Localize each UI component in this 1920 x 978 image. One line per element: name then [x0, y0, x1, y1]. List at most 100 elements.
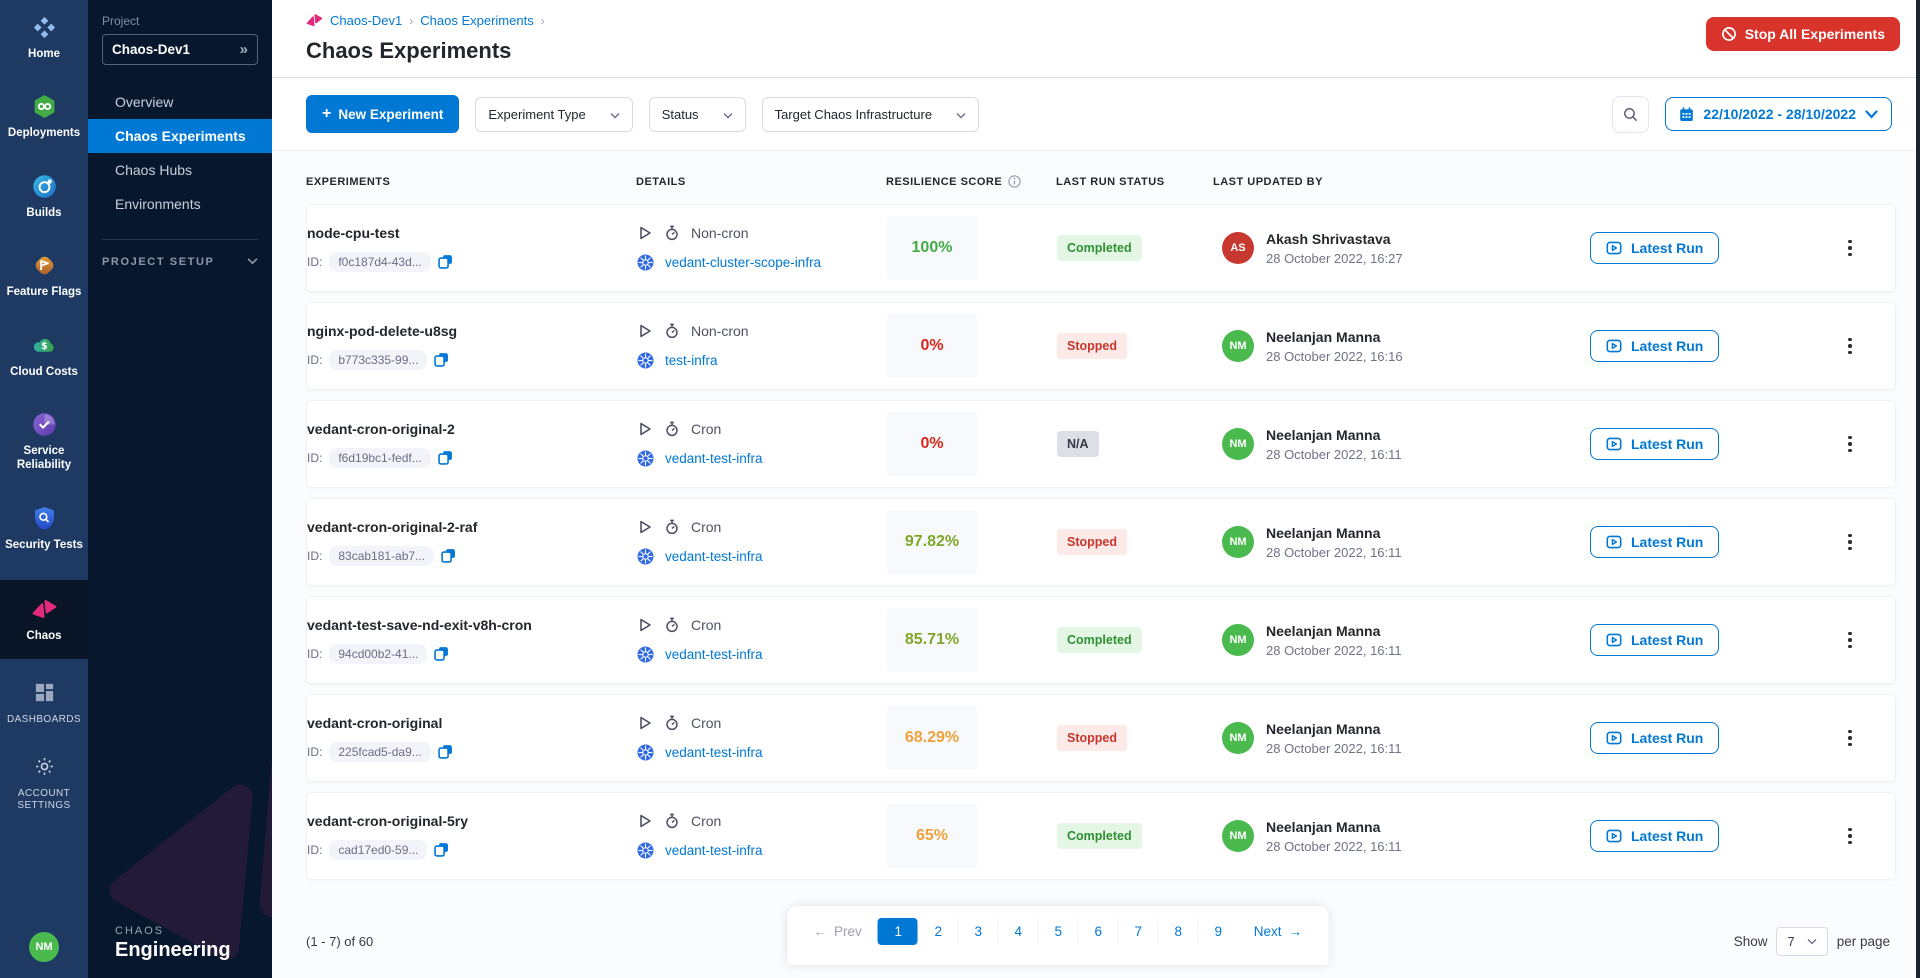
filter-target-chaos-infrastructure[interactable]: Target Chaos Infrastructure: [762, 97, 980, 132]
experiment-row[interactable]: vedant-cron-original-5ry ID: cad17ed0-59…: [306, 792, 1896, 880]
page-button-1[interactable]: 1: [878, 918, 918, 945]
project-name: Chaos-Dev1: [112, 42, 190, 57]
stop-all-experiments-button[interactable]: Stop All Experiments: [1706, 17, 1900, 51]
copy-icon[interactable]: [434, 842, 449, 857]
infrastructure-link[interactable]: vedant-test-infra: [665, 549, 763, 564]
experiment-name[interactable]: vedant-cron-original: [307, 715, 637, 731]
copy-icon[interactable]: [441, 548, 456, 563]
rail-item-security-tests[interactable]: Security Tests: [0, 501, 88, 556]
breadcrumb-project-link[interactable]: Chaos-Dev1: [330, 13, 402, 28]
breadcrumb-page-link[interactable]: Chaos Experiments: [420, 13, 533, 28]
experiment-id: 94cd00b2-41...: [329, 644, 427, 664]
filter-experiment-type[interactable]: Experiment Type: [475, 97, 632, 132]
rail-item-chaos[interactable]: Chaos: [0, 580, 88, 659]
experiment-name[interactable]: vedant-cron-original-2-raf: [307, 519, 637, 535]
experiment-name[interactable]: vedant-cron-original-5ry: [307, 813, 637, 829]
latest-run-button[interactable]: Latest Run: [1590, 330, 1719, 362]
latest-run-button[interactable]: Latest Run: [1590, 526, 1719, 558]
experiment-row[interactable]: nginx-pod-delete-u8sg ID: b773c335-99...…: [306, 302, 1896, 390]
infrastructure-link[interactable]: test-infra: [665, 353, 718, 368]
copy-icon[interactable]: [434, 646, 449, 661]
copy-icon[interactable]: [438, 744, 453, 759]
row-menu-kebab[interactable]: [1838, 234, 1862, 263]
kubernetes-icon: [637, 450, 654, 467]
info-icon[interactable]: [1008, 175, 1021, 188]
rail-item-deployments[interactable]: Deployments: [0, 89, 88, 144]
user-avatar[interactable]: NM: [29, 932, 59, 962]
experiment-row[interactable]: vedant-cron-original ID: 225fcad5-da9...…: [306, 694, 1896, 782]
filter-status-label: Status: [662, 107, 699, 122]
rail-item-feature-flags[interactable]: Feature Flags: [0, 248, 88, 303]
sidebar-item-environments[interactable]: Environments: [88, 187, 272, 221]
project-selector[interactable]: Chaos-Dev1 »: [102, 34, 258, 65]
experiment-name[interactable]: nginx-pod-delete-u8sg: [307, 323, 637, 339]
copy-icon[interactable]: [438, 254, 453, 269]
sidebar-item-chaos-hubs[interactable]: Chaos Hubs: [88, 153, 272, 187]
updated-by-date: 28 October 2022, 16:11: [1266, 839, 1402, 854]
page-button-5[interactable]: 5: [1038, 918, 1078, 945]
infrastructure-link[interactable]: vedant-test-infra: [665, 647, 763, 662]
updated-by-name: Neelanjan Manna: [1266, 721, 1402, 737]
latest-run-button[interactable]: Latest Run: [1590, 428, 1719, 460]
rail-item-builds[interactable]: Builds: [0, 169, 88, 224]
row-menu-kebab[interactable]: [1838, 332, 1862, 361]
per-page-label: per page: [1837, 934, 1890, 949]
page-button-2[interactable]: 2: [918, 918, 958, 945]
infrastructure-link[interactable]: vedant-cluster-scope-infra: [665, 255, 821, 270]
latest-run-button[interactable]: Latest Run: [1590, 722, 1719, 754]
expand-project-icon[interactable]: »: [240, 41, 248, 58]
stopwatch-icon: [664, 813, 680, 829]
page-button-7[interactable]: 7: [1118, 918, 1158, 945]
resilience-score-value: 100%: [887, 216, 977, 280]
experiment-name[interactable]: vedant-cron-original-2: [307, 421, 637, 437]
next-page-button[interactable]: Next →: [1238, 918, 1318, 945]
row-menu-kebab[interactable]: [1838, 430, 1862, 459]
experiment-name[interactable]: vedant-test-save-nd-exit-v8h-cron: [307, 617, 637, 633]
rail-item-cloud-costs[interactable]: $ Cloud Costs: [0, 328, 88, 383]
date-range-picker[interactable]: 22/10/2022 - 28/10/2022: [1665, 97, 1892, 131]
rail-item-dashboards[interactable]: DASHBOARDS: [0, 677, 88, 731]
per-page-select[interactable]: 7: [1776, 927, 1827, 956]
stop-icon: [1721, 26, 1737, 42]
rail-item-home[interactable]: Home: [0, 10, 88, 65]
infrastructure-link[interactable]: vedant-test-infra: [665, 451, 763, 466]
per-page-value: 7: [1787, 934, 1794, 949]
experiment-name[interactable]: node-cpu-test: [307, 225, 637, 241]
row-menu-kebab[interactable]: [1838, 822, 1862, 851]
chaos-icon: [2, 596, 86, 624]
search-button[interactable]: [1612, 96, 1649, 133]
latest-run-button[interactable]: Latest Run: [1590, 232, 1719, 264]
sidebar-item-overview[interactable]: Overview: [88, 85, 272, 119]
experiment-row[interactable]: vedant-cron-original-2-raf ID: 83cab181-…: [306, 498, 1896, 586]
experiment-row[interactable]: node-cpu-test ID: f0c187d4-43d... Non-cr…: [306, 204, 1896, 292]
page-button-8[interactable]: 8: [1158, 918, 1198, 945]
window-scrollbar[interactable]: [1916, 0, 1920, 978]
infrastructure-link[interactable]: vedant-test-infra: [665, 745, 763, 760]
page-button-4[interactable]: 4: [998, 918, 1038, 945]
row-menu-kebab[interactable]: [1838, 528, 1862, 557]
experiment-row[interactable]: vedant-test-save-nd-exit-v8h-cron ID: 94…: [306, 596, 1896, 684]
new-experiment-button[interactable]: + New Experiment: [306, 95, 459, 133]
chevron-down-icon: [723, 107, 733, 122]
project-setup-section[interactable]: PROJECT SETUP: [88, 240, 272, 284]
latest-run-button[interactable]: Latest Run: [1590, 820, 1719, 852]
kubernetes-icon: [637, 842, 654, 859]
sidebar-item-chaos-experiments[interactable]: Chaos Experiments: [88, 119, 272, 153]
page-button-3[interactable]: 3: [958, 918, 998, 945]
copy-icon[interactable]: [434, 352, 449, 367]
filter-status[interactable]: Status: [649, 97, 746, 132]
rail-item-account-settings[interactable]: ACCOUNT SETTINGS: [0, 751, 88, 817]
prev-page-button[interactable]: ← Prev: [797, 918, 877, 945]
latest-run-label: Latest Run: [1631, 534, 1703, 550]
experiment-row[interactable]: vedant-cron-original-2 ID: f6d19bc1-fedf…: [306, 400, 1896, 488]
infrastructure-link[interactable]: vedant-test-infra: [665, 843, 763, 858]
rail-item-service-reliability[interactable]: Service Reliability: [0, 407, 88, 477]
page-button-9[interactable]: 9: [1198, 918, 1238, 945]
row-menu-kebab[interactable]: [1838, 724, 1862, 753]
latest-run-button[interactable]: Latest Run: [1590, 624, 1719, 656]
page-button-6[interactable]: 6: [1078, 918, 1118, 945]
row-menu-kebab[interactable]: [1838, 626, 1862, 655]
latest-run-icon: [1606, 828, 1622, 844]
copy-icon[interactable]: [438, 450, 453, 465]
updated-by-name: Neelanjan Manna: [1266, 525, 1402, 541]
